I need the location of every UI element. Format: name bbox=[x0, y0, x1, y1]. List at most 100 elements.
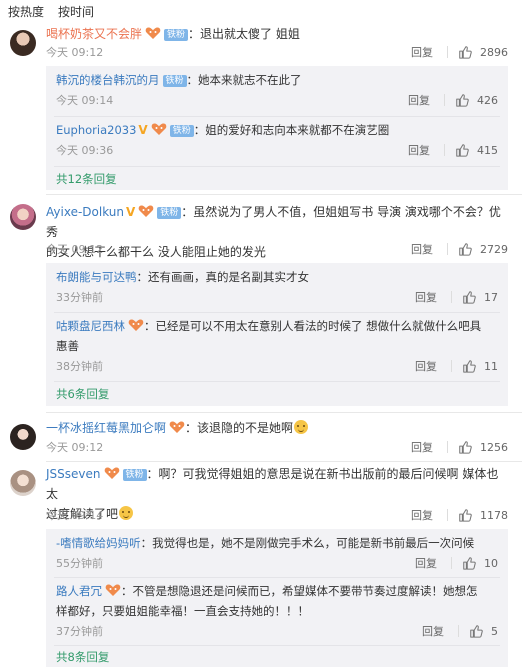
avatar[interactable] bbox=[10, 204, 36, 230]
reply-username[interactable]: 韩沉的楼台韩沉的月 bbox=[56, 73, 160, 87]
fan-heart-icon bbox=[169, 420, 185, 434]
reply-button[interactable]: 回复 bbox=[415, 555, 437, 571]
reply-divider bbox=[54, 577, 500, 578]
like-count: 2729 bbox=[480, 242, 508, 256]
reply-time: 今天 09:14 bbox=[56, 94, 114, 107]
like-button[interactable]: 10 bbox=[462, 556, 498, 570]
more-replies-link[interactable]: 共6条回复 bbox=[56, 386, 109, 402]
comment-time: 今天 09:12 bbox=[46, 243, 104, 256]
reply-username[interactable]: 布朗能与可达鸭 bbox=[56, 270, 137, 284]
thumb-up-icon bbox=[462, 556, 476, 570]
reply-button[interactable]: 回复 bbox=[411, 241, 433, 257]
reply-button[interactable]: 回复 bbox=[411, 44, 433, 60]
reply-time: 今天 09:36 bbox=[56, 144, 114, 157]
verified-v-icon: V bbox=[125, 205, 136, 219]
comment-username[interactable]: Ayixe-Dolkun bbox=[46, 205, 124, 219]
comment-username[interactable]: JSSseven bbox=[46, 467, 101, 481]
like-button[interactable]: 1178 bbox=[458, 508, 508, 522]
reply-meta: 33分钟前 回复 17 bbox=[56, 289, 498, 307]
reply-button[interactable]: 回复 bbox=[408, 92, 430, 108]
reply-body-line2: 样都好，只要姐姐能幸福！一直会支持她的！！！ bbox=[56, 604, 309, 618]
comment-text: 喝杯奶茶又不会胖 铁粉 ：退出就太傻了 姐姐 bbox=[46, 24, 508, 44]
fan-badge: 铁粉 bbox=[164, 29, 189, 41]
reply-text: 咕颗盘尼西林 ：已经是可以不用太在意别人看法的时候了 想做什么就做什么吧具 惠善 bbox=[56, 316, 500, 356]
thumb-up-icon bbox=[455, 143, 469, 157]
reply-button[interactable]: 回复 bbox=[415, 358, 437, 374]
action-divider bbox=[451, 360, 452, 372]
reply-body: ：我觉得也是，她不是刚做完手术么，可能是新书前最后一次问候 bbox=[140, 536, 475, 550]
sort-bar: 按热度 按时间 bbox=[0, 0, 522, 22]
thumb-up-icon bbox=[462, 290, 476, 304]
reply-username[interactable]: Euphoria2033 bbox=[56, 123, 136, 137]
reply-body-line1: ：不管是想隐退还是问候而已，希望媒体不要带节奏过度解读！她想怎 bbox=[121, 584, 478, 598]
like-count: 1178 bbox=[480, 508, 508, 522]
reply-text: Euphoria2033 V 铁粉 ：姐的爱好和志向本来就都不在演艺圈 bbox=[56, 120, 500, 140]
like-button[interactable]: 1256 bbox=[458, 440, 508, 454]
comment-username[interactable]: 一杯冰摇红莓黑加仑啊 bbox=[46, 421, 166, 435]
reply-text: -嗜情歌给妈妈听：我觉得也是，她不是刚做完手术么，可能是新书前最后一次问候 bbox=[56, 533, 500, 553]
action-divider bbox=[447, 46, 448, 58]
comment-body: ：该退隐的不是她啊 bbox=[185, 421, 294, 435]
reply-body: ：姐的爱好和志向本来就都不在演艺圈 bbox=[193, 123, 390, 137]
like-count: 17 bbox=[484, 290, 498, 304]
thumb-up-icon bbox=[458, 508, 472, 522]
like-button[interactable]: 426 bbox=[455, 93, 498, 107]
fan-heart-icon bbox=[128, 318, 144, 332]
like-count: 426 bbox=[477, 93, 498, 107]
reply-list: 布朗能与可达鸭：还有画画，真的是名副其实才女 33分钟前 回复 17 咕颗盘尼西… bbox=[46, 263, 508, 406]
comment-item: Ayixe-Dolkun V 铁粉 ：虽然说为了男人不值，但姐姐写书 导演 演戏哪个不… bbox=[0, 200, 522, 410]
thumb-up-icon bbox=[469, 624, 483, 638]
fan-badge: 铁粉 bbox=[122, 469, 147, 481]
reply-body-line1: ：已经是可以不用太在意别人看法的时候了 想做什么就做什么吧具 bbox=[144, 319, 482, 333]
sort-by-hot-tab[interactable]: 按热度 bbox=[8, 3, 44, 20]
fan-heart-icon bbox=[145, 26, 161, 40]
reply-button[interactable]: 回复 bbox=[408, 142, 430, 158]
comment-time: 今天 09:12 bbox=[46, 46, 104, 59]
reply-button[interactable]: 回复 bbox=[422, 623, 444, 639]
fan-badge: 铁粉 bbox=[169, 125, 194, 137]
reply-meta: 今天 09:36 回复 415 bbox=[56, 142, 498, 160]
comment-time: 今天 09:12 bbox=[46, 441, 104, 454]
comment-item: 一杯冰摇红莓黑加仑啊 ：该退隐的不是她啊 今天 09:12 回复 1256 bbox=[0, 416, 522, 460]
reply-username[interactable]: -嗜情歌给妈妈听 bbox=[56, 536, 141, 550]
like-button[interactable]: 2896 bbox=[458, 45, 508, 59]
reply-divider bbox=[54, 645, 500, 646]
comment-divider bbox=[46, 194, 522, 195]
reply-username[interactable]: 路人君冗 bbox=[56, 584, 102, 598]
comment-meta: 今天 09:12 回复 2729 bbox=[46, 241, 508, 259]
reply-button[interactable]: 回复 bbox=[415, 289, 437, 305]
action-divider bbox=[444, 144, 445, 156]
like-button[interactable]: 2729 bbox=[458, 242, 508, 256]
more-replies-link[interactable]: 共12条回复 bbox=[56, 171, 117, 187]
like-button[interactable]: 17 bbox=[462, 290, 498, 304]
thumb-up-icon bbox=[455, 93, 469, 107]
fan-heart-icon bbox=[105, 583, 121, 597]
like-button[interactable]: 11 bbox=[462, 359, 498, 373]
reply-meta: 55分钟前 回复 10 bbox=[56, 555, 498, 573]
like-count: 415 bbox=[477, 143, 498, 157]
comment-username[interactable]: 喝杯奶茶又不会胖 bbox=[46, 27, 142, 41]
verified-v-icon: V bbox=[138, 123, 148, 137]
reply-text: 韩沉的楼台韩沉的月 铁粉 ：她本来就志不在此了 bbox=[56, 70, 500, 90]
like-button[interactable]: 5 bbox=[469, 624, 498, 638]
avatar[interactable] bbox=[10, 424, 36, 450]
reply-button[interactable]: 回复 bbox=[411, 507, 433, 523]
thumb-up-icon bbox=[462, 359, 476, 373]
reply-body-line2: 惠善 bbox=[56, 339, 79, 353]
comment-meta: 今天 09:12 回复 2896 bbox=[46, 44, 508, 62]
action-divider bbox=[444, 94, 445, 106]
avatar[interactable] bbox=[10, 30, 36, 56]
reply-divider bbox=[54, 381, 500, 382]
more-replies-link[interactable]: 共8条回复 bbox=[56, 649, 109, 665]
reply-button[interactable]: 回复 bbox=[411, 439, 433, 455]
reply-username[interactable]: 咕颗盘尼西林 bbox=[56, 319, 125, 333]
reply-time: 37分钟前 bbox=[56, 625, 103, 638]
like-button[interactable]: 415 bbox=[455, 143, 498, 157]
sort-by-time-tab[interactable]: 按时间 bbox=[58, 3, 94, 20]
action-divider bbox=[458, 625, 459, 637]
reply-list: -嗜情歌给妈妈听：我觉得也是，她不是刚做完手术么，可能是新书前最后一次问候 55… bbox=[46, 529, 508, 667]
fan-heart-icon bbox=[104, 466, 120, 480]
avatar[interactable] bbox=[10, 470, 36, 496]
reply-time: 33分钟前 bbox=[56, 291, 103, 304]
action-divider bbox=[447, 243, 448, 255]
